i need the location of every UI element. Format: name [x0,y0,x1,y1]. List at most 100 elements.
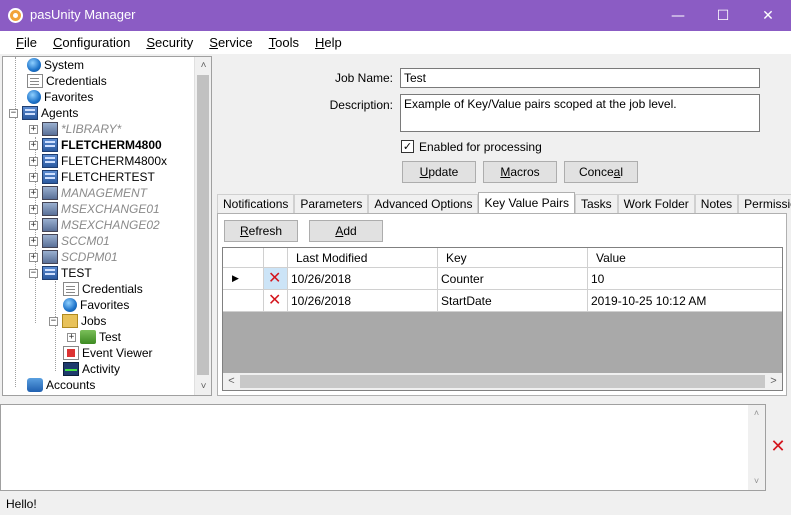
tree-item-agent[interactable]: + FLETCHERM4800x [29,153,167,169]
scroll-thumb[interactable] [240,375,765,388]
column-header-last-modified[interactable]: Last Modified [288,248,438,268]
tree-item-agent[interactable]: + FLETCHERTEST [29,169,155,185]
menu-bar: File Configuration Security Service Tool… [0,31,791,54]
tree-item-activity[interactable]: Activity [63,361,120,377]
tab-permissions[interactable]: Permissions [738,194,791,214]
update-button[interactable]: Update [402,161,476,183]
log-scrollbar[interactable]: ˄ ˅ [748,405,765,490]
tree-item-event-viewer[interactable]: Event Viewer [63,345,152,361]
expand-toggle[interactable]: + [29,236,38,246]
job-name-field[interactable]: Test [400,68,760,88]
tree-item-agent[interactable]: + FLETCHERM4800 [29,137,162,153]
grid-horizontal-scrollbar[interactable]: < > [223,373,782,390]
key-value-grid[interactable]: Last Modified Key Value ▶ ✕ 10/26/2018 C… [222,247,783,391]
tree-scrollbar[interactable]: ˄ ˅ [194,57,211,395]
tree-item-agent[interactable]: + SCDPM01 [29,249,118,265]
tree-item-credentials[interactable]: Credentials [63,281,143,297]
expand-toggle[interactable]: + [29,140,38,150]
accounts-icon [27,378,43,392]
scroll-down-arrow[interactable]: ˅ [195,378,211,395]
table-row[interactable]: ▶ ✕ 10/26/2018 Counter 10 [223,268,782,290]
scroll-thumb[interactable] [197,75,209,375]
table-row[interactable]: ✕ 10/26/2018 StartDate 2019-10-25 10:12 … [223,290,782,312]
tab-parameters[interactable]: Parameters [294,194,369,214]
agent-icon [42,250,58,264]
tab-notes[interactable]: Notes [694,194,739,214]
minimize-button[interactable]: — [655,0,701,31]
column-header-key[interactable]: Key [438,248,588,268]
title-bar: pasUnity Manager — ☐ ✕ [0,0,791,31]
collapse-toggle[interactable]: − [9,108,18,118]
tree-item-credentials[interactable]: Credentials [27,73,107,89]
menu-service[interactable]: Service [201,35,260,50]
tree-item-agent[interactable]: + SCCM01 [29,233,110,249]
tree-item-job-test[interactable]: + Test [67,329,122,345]
job-details-panel: Job Name: Test Description: Example of K… [215,56,791,396]
event-viewer-icon [63,346,79,360]
collapse-toggle[interactable]: − [49,316,58,326]
tab-advanced-options[interactable]: Advanced Options [368,194,479,214]
tab-key-value-pairs[interactable]: Key Value Pairs [478,192,575,214]
tab-tasks[interactable]: Tasks [574,194,618,214]
scroll-right-arrow[interactable]: > [765,373,782,390]
expand-toggle[interactable]: + [67,332,76,342]
expand-toggle[interactable]: + [29,220,38,230]
menu-security[interactable]: Security [138,35,201,50]
delete-column-header [264,248,288,268]
refresh-button[interactable]: Refresh [224,220,298,242]
clear-log-button[interactable]: ✕ [769,438,787,456]
enabled-checkbox[interactable]: ✓ [401,140,414,153]
scroll-left-arrow[interactable]: < [223,373,240,390]
collapse-toggle[interactable]: − [29,268,38,278]
scroll-down-arrow[interactable]: ˅ [748,473,765,490]
scroll-up-arrow[interactable]: ˄ [748,405,765,422]
column-header-value[interactable]: Value [588,248,782,268]
expand-toggle[interactable]: + [29,188,38,198]
menu-help[interactable]: Help [307,35,350,50]
tab-notifications[interactable]: Notifications [217,194,295,214]
maximize-button[interactable]: ☐ [700,0,746,31]
cell-last-modified[interactable]: 10/26/2018 [288,268,438,289]
delete-row-button[interactable]: ✕ [264,268,288,289]
menu-tools[interactable]: Tools [261,35,307,50]
expand-toggle[interactable]: + [29,156,38,166]
add-button[interactable]: Add [309,220,383,242]
navigation-tree[interactable]: System Credentials Favorites − Agents + … [2,56,212,396]
globe-icon [63,298,77,312]
row-header[interactable] [223,290,264,311]
conceal-button[interactable]: Conceal [564,161,638,183]
expand-toggle[interactable]: + [29,124,38,134]
globe-icon [27,58,41,72]
tab-work-folder[interactable]: Work Folder [617,194,695,214]
scroll-up-arrow[interactable]: ˄ [195,57,211,74]
agent-icon [42,202,58,216]
tree-item-favorites[interactable]: Favorites [27,89,93,105]
tree-item-agent[interactable]: + MSEXCHANGE02 [29,217,160,233]
macros-button[interactable]: Macros [483,161,557,183]
tree-item-system[interactable]: System [27,57,84,73]
tree-item-favorites[interactable]: Favorites [63,297,129,313]
tree-item-agent[interactable]: + MANAGEMENT [29,185,147,201]
cell-value[interactable]: 2019-10-25 10:12 AM [588,290,782,311]
pane-splitter[interactable] [0,398,791,402]
row-header[interactable]: ▶ [223,268,264,289]
tree-item-accounts[interactable]: Accounts [27,377,95,393]
menu-file[interactable]: File [8,35,45,50]
delete-row-button[interactable]: ✕ [264,290,288,311]
tree-item-agent-test[interactable]: − TEST [29,265,92,281]
cell-key[interactable]: Counter [438,268,588,289]
expand-toggle[interactable]: + [29,252,38,262]
tree-item-agent[interactable]: + MSEXCHANGE01 [29,201,160,217]
cell-last-modified[interactable]: 10/26/2018 [288,290,438,311]
cell-value[interactable]: 10 [588,268,782,289]
menu-configuration[interactable]: Configuration [45,35,138,50]
tree-item-agents[interactable]: − Agents [9,105,78,121]
description-field[interactable]: Example of Key/Value pairs scoped at the… [400,94,760,132]
expand-toggle[interactable]: + [29,172,38,182]
log-output-pane[interactable]: ˄ ˅ [0,404,766,491]
close-button[interactable]: ✕ [745,0,791,31]
expand-toggle[interactable]: + [29,204,38,214]
tree-item-agent[interactable]: + *LIBRARY* [29,121,121,137]
cell-key[interactable]: StartDate [438,290,588,311]
tree-item-jobs[interactable]: − Jobs [49,313,106,329]
